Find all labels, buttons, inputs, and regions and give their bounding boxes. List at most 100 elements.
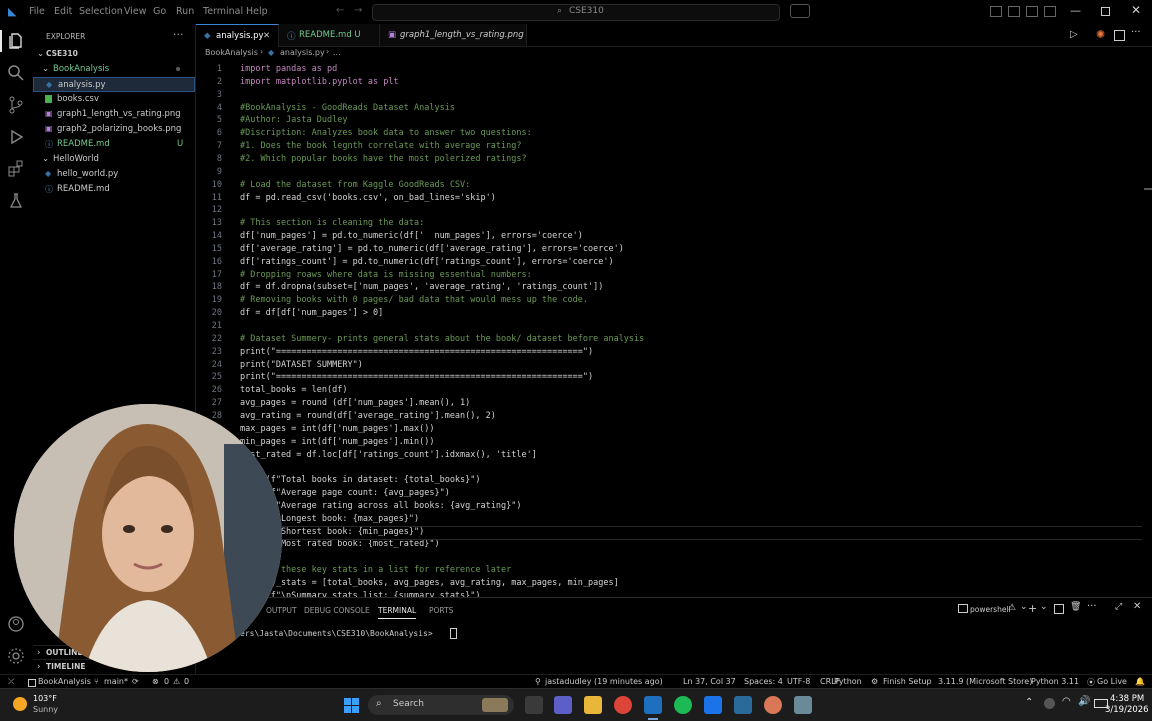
chevron-down-icon[interactable]: ⌄ (1020, 602, 1028, 612)
code-line[interactable]: min_pages = int(df['num_pages'].min()) (240, 437, 434, 447)
task-view-icon[interactable] (525, 696, 543, 714)
code-line[interactable]: #2. Which popular books have the most po… (240, 154, 527, 164)
tab-graph1-png[interactable]: ▣ graph1_length_vs_rating.png (380, 24, 527, 46)
code-line[interactable]: #1. Does the book legnth correlate with … (240, 141, 521, 151)
tree-folder-bookanalysis[interactable]: ⌄ BookAnalysis (33, 62, 195, 77)
forward-arrow-icon[interactable]: → (354, 5, 362, 16)
tree-file-analysis-py[interactable]: ◆ analysis.py (33, 77, 195, 92)
weather-sun-icon[interactable] (13, 697, 27, 711)
terminal-shell-name[interactable]: powershell (970, 605, 1011, 614)
code-line[interactable]: import matplotlib.pyplot as plt (240, 77, 399, 87)
tab-ports[interactable]: PORTS (429, 606, 453, 615)
toggle-primary-sidebar-icon[interactable] (990, 6, 1002, 17)
toggle-panel-icon[interactable] (1008, 6, 1020, 17)
code-line[interactable]: # Load the dataset from Kaggle GoodReads… (240, 180, 470, 190)
tab-output[interactable]: OUTPUT (266, 606, 297, 615)
code-line[interactable]: print("DATASET SUMMERY") (240, 360, 363, 370)
status-python-version[interactable]: Python 3.11 (1031, 677, 1079, 686)
explorer-icon[interactable] (6, 31, 26, 51)
code-line[interactable]: #Discription: Analyzes book data to answ… (240, 128, 532, 138)
code-line[interactable]: print(f"Average rating across all books:… (240, 501, 521, 511)
menu-edit[interactable]: Edit (54, 6, 72, 17)
tree-file-hello-world-py[interactable]: ◆ hello_world.py (33, 167, 195, 182)
new-terminal-icon[interactable]: + (1028, 602, 1037, 615)
mail-app-icon[interactable] (704, 696, 722, 714)
show-hidden-icons-chevron[interactable]: ⌃ (1025, 697, 1033, 708)
tree-folder-helloworld[interactable]: ⌄ HelloWorld (33, 152, 195, 167)
chrome-icon[interactable] (614, 696, 632, 714)
code-line[interactable]: # Dataset Summery- prints general stats … (240, 334, 644, 344)
code-line[interactable]: df = df[df['num_pages'] > 0] (240, 308, 383, 318)
status-warnings[interactable]: 0 (184, 677, 189, 686)
code-line[interactable]: summary_stats = [total_books, avg_pages,… (240, 578, 619, 588)
teams-icon[interactable] (554, 696, 572, 714)
status-spaces[interactable]: Spaces: 4 (744, 677, 783, 686)
clock-date[interactable]: 3/19/2026 (1105, 705, 1149, 715)
tree-file-graph1[interactable]: ▣ graph1_length_vs_rating.png (33, 107, 195, 122)
split-terminal-icon[interactable] (1054, 604, 1064, 614)
close-tab-icon[interactable]: ✕ (263, 31, 270, 41)
tree-file-readme-2[interactable]: ⓘ README.md (33, 182, 195, 197)
tab-readme-md[interactable]: ⓘ README.md U (279, 24, 380, 46)
copilot-icon[interactable] (790, 4, 810, 18)
status-position[interactable]: Ln 37, Col 37 (683, 677, 736, 686)
status-blame[interactable]: jastadudley (19 minutes ago) (545, 677, 663, 686)
status-interpreter[interactable]: 3.11.9 (Microsoft Store) (938, 677, 1032, 686)
workspace-root[interactable]: ⌄ CSE310 (33, 47, 195, 62)
status-go-live[interactable]: Go Live (1097, 677, 1127, 686)
run-python-file-icon[interactable]: ▷ (1070, 29, 1078, 40)
terminal-prompt[interactable]: ers\Jasta\Documents\CSE310\BookAnalysis> (240, 629, 437, 638)
breadcrumb-symbol[interactable]: ... (333, 48, 341, 57)
weather-temp[interactable]: 103°F (33, 694, 57, 703)
remote-icon[interactable]: ⤫ (8, 677, 14, 687)
command-center-search[interactable]: ⌕ CSE310 (372, 4, 780, 21)
code-line[interactable]: avg_rating = round(df['average_rating'].… (240, 411, 496, 421)
tab-debug-console[interactable]: DEBUG CONSOLE (304, 606, 370, 615)
code-line[interactable]: # Store these key stats in a list for re… (240, 565, 511, 575)
close-window-icon[interactable]: ✕ (1131, 3, 1141, 17)
code-line[interactable]: df['ratings_count'] = pd.to_numeric(df['… (240, 257, 614, 267)
status-project[interactable]: BookAnalysis (38, 677, 91, 686)
maximize-panel-icon[interactable]: ⤢ (1115, 602, 1122, 612)
tab-analysis-py[interactable]: ◆ analysis.py ✕ (196, 24, 279, 47)
code-editor[interactable]: 1 2 3 4 5 6 7 8 9 10 11 12 13 14 15 16 17 18 19 20 21 22 23 24 2… (196, 60, 1152, 597)
weather-desc[interactable]: Sunny (33, 705, 58, 714)
tree-file-books-csv[interactable]: books.csv (33, 92, 195, 107)
code-line[interactable]: # Removing books with 0 pages/ bad data … (240, 295, 588, 305)
network-app-icon[interactable] (734, 696, 752, 714)
wifi-icon[interactable]: ◠ (1062, 696, 1071, 707)
tree-file-readme[interactable]: ⓘ README.md U (33, 137, 195, 152)
search-icon[interactable] (6, 63, 26, 83)
back-arrow-icon[interactable]: ← (336, 5, 344, 16)
manage-gear-icon[interactable] (6, 646, 26, 666)
code-line[interactable]: print("=================================… (240, 372, 593, 382)
volume-icon[interactable]: 🔊 (1078, 696, 1090, 707)
menu-selection[interactable]: Selection (79, 6, 123, 17)
extensions-icon[interactable] (6, 159, 26, 179)
run-debug-icon[interactable] (6, 127, 26, 147)
vscode-app-icon[interactable] (644, 696, 662, 714)
tab-terminal[interactable]: TERMINAL (378, 606, 417, 619)
app-icon[interactable] (794, 696, 812, 714)
copilot-sparkle-icon[interactable]: ✺ (1096, 28, 1105, 41)
toggle-secondary-sidebar-icon[interactable] (1026, 6, 1038, 17)
trash-icon[interactable]: 🗑 (1070, 602, 1081, 612)
status-encoding[interactable]: UTF-8 (787, 677, 810, 686)
status-errors[interactable]: 0 (164, 677, 169, 686)
menu-help[interactable]: Help (246, 6, 268, 17)
code-line[interactable]: #BookAnalysis - GoodReads Dataset Analys… (240, 103, 455, 113)
code-line[interactable]: df['num_pages'] = pd.to_numeric(df[' num… (240, 231, 583, 241)
menu-file[interactable]: File (29, 6, 45, 17)
more-actions-icon[interactable]: ··· (1131, 27, 1141, 38)
code-line[interactable]: #Author: Jasta Dudley (240, 115, 347, 125)
tray-icon[interactable] (1044, 698, 1055, 709)
taskbar-search-box[interactable]: ⌕ Search (368, 695, 514, 715)
code-line[interactable]: total_books = len(df) (240, 385, 347, 395)
more-actions-icon[interactable]: ··· (173, 28, 184, 41)
chevron-down-icon[interactable]: ⌄ (1040, 602, 1048, 612)
code-line[interactable]: # This section is cleaning the data: (240, 218, 424, 228)
menu-run[interactable]: Run (176, 6, 194, 17)
status-branch[interactable]: main* (104, 677, 128, 686)
breadcrumb-file[interactable]: analysis.py (280, 48, 325, 57)
status-language[interactable]: Python (834, 677, 862, 686)
